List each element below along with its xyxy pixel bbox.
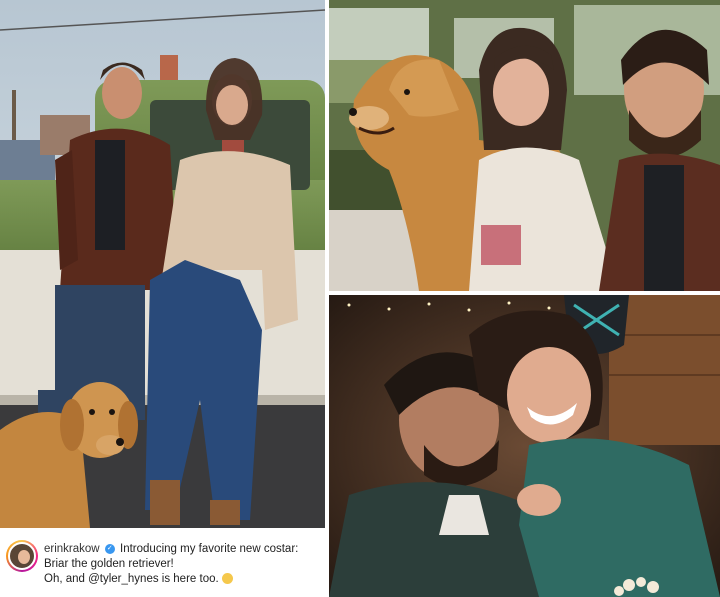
smiling-face-icon bbox=[221, 573, 233, 585]
instagram-caption: erinkrakow ✓ Introducing my favorite new… bbox=[0, 530, 325, 597]
caption-line2: Briar the golden retriever! bbox=[44, 558, 174, 570]
caption-line3: Oh, and @tyler_hynes is here too. bbox=[44, 573, 219, 585]
photo-top-right-dog-in-truck bbox=[329, 0, 720, 291]
photo-left-couple-with-dog bbox=[0, 0, 325, 528]
caption-line1: Introducing my favorite new costar: bbox=[120, 543, 299, 555]
verified-badge-icon: ✓ bbox=[104, 543, 115, 554]
photo-bottom-right-couple-laughing bbox=[329, 295, 720, 597]
username-link[interactable]: erinkrakow bbox=[44, 543, 100, 555]
caption-text: erinkrakow ✓ Introducing my favorite new… bbox=[44, 542, 320, 587]
avatar[interactable] bbox=[6, 540, 38, 572]
avatar-image bbox=[8, 542, 36, 570]
